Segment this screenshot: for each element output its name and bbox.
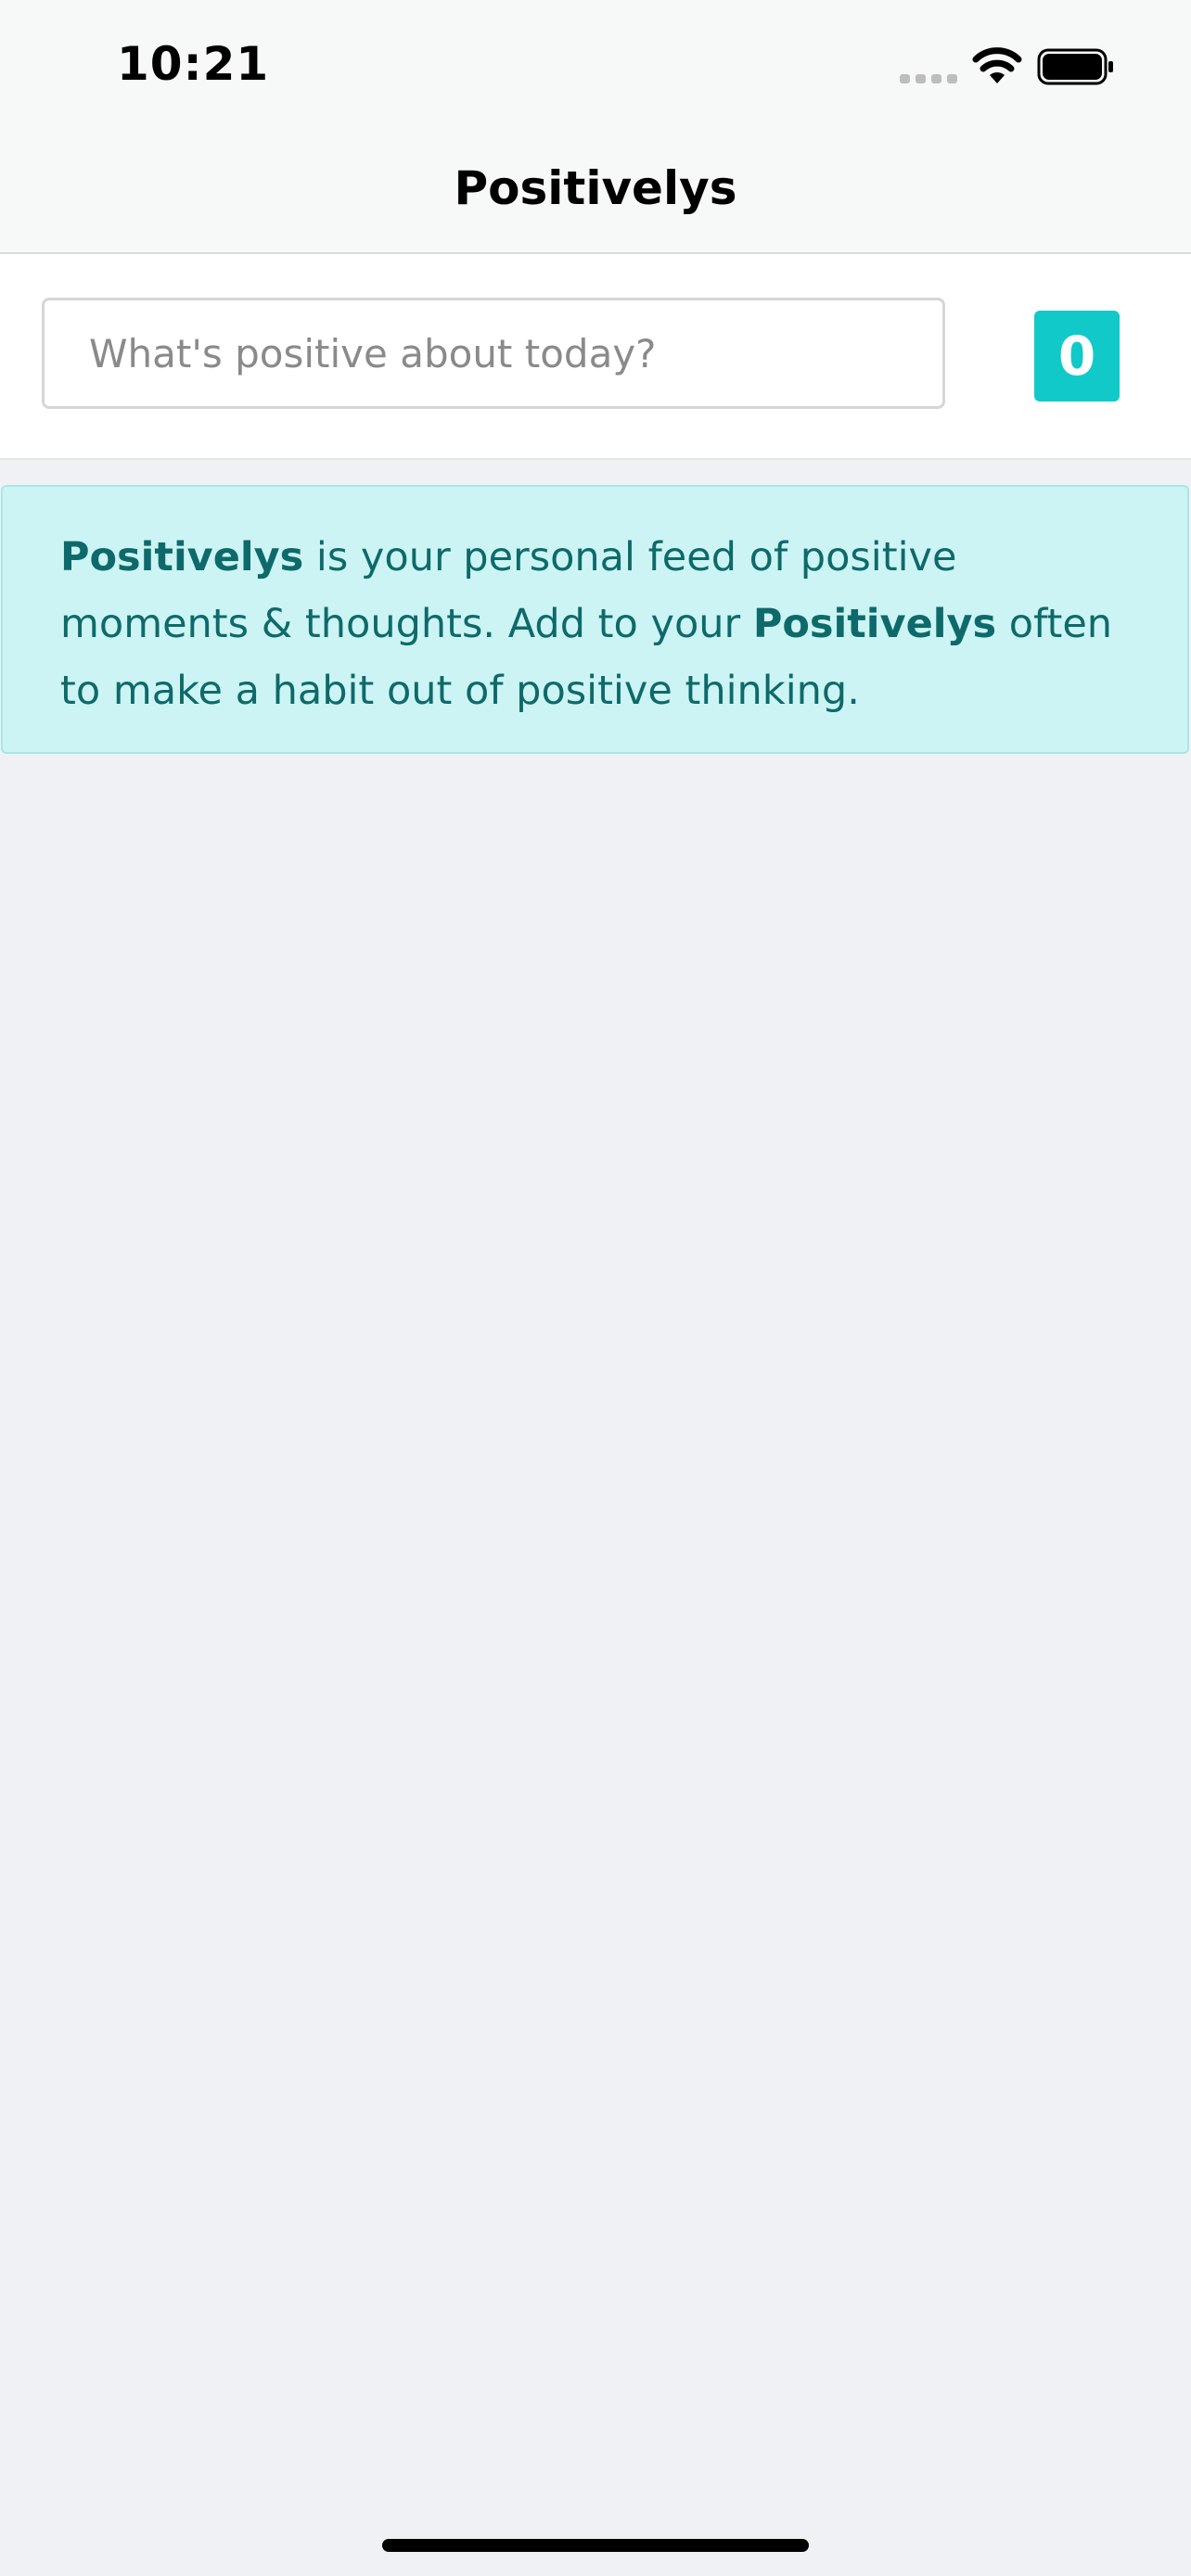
positive-entry-input[interactable] [42,298,945,409]
info-banner: Positivelys is your personal feed of pos… [1,485,1189,754]
brand-name: Positivelys [60,534,304,580]
navigation-bar: Positivelys [0,145,1191,254]
status-bar: 10:21 [0,0,1191,145]
status-time: 10:21 [117,37,270,91]
entry-count-badge: 0 [1034,311,1120,402]
home-indicator[interactable] [382,2539,809,2552]
page-title: Positivelys [454,161,737,215]
signal-dots-icon [900,74,957,83]
brand-name: Positivelys [752,601,997,647]
entry-composer: 0 [0,254,1191,460]
wifi-icon [972,47,1022,83]
battery-icon [1037,48,1113,85]
